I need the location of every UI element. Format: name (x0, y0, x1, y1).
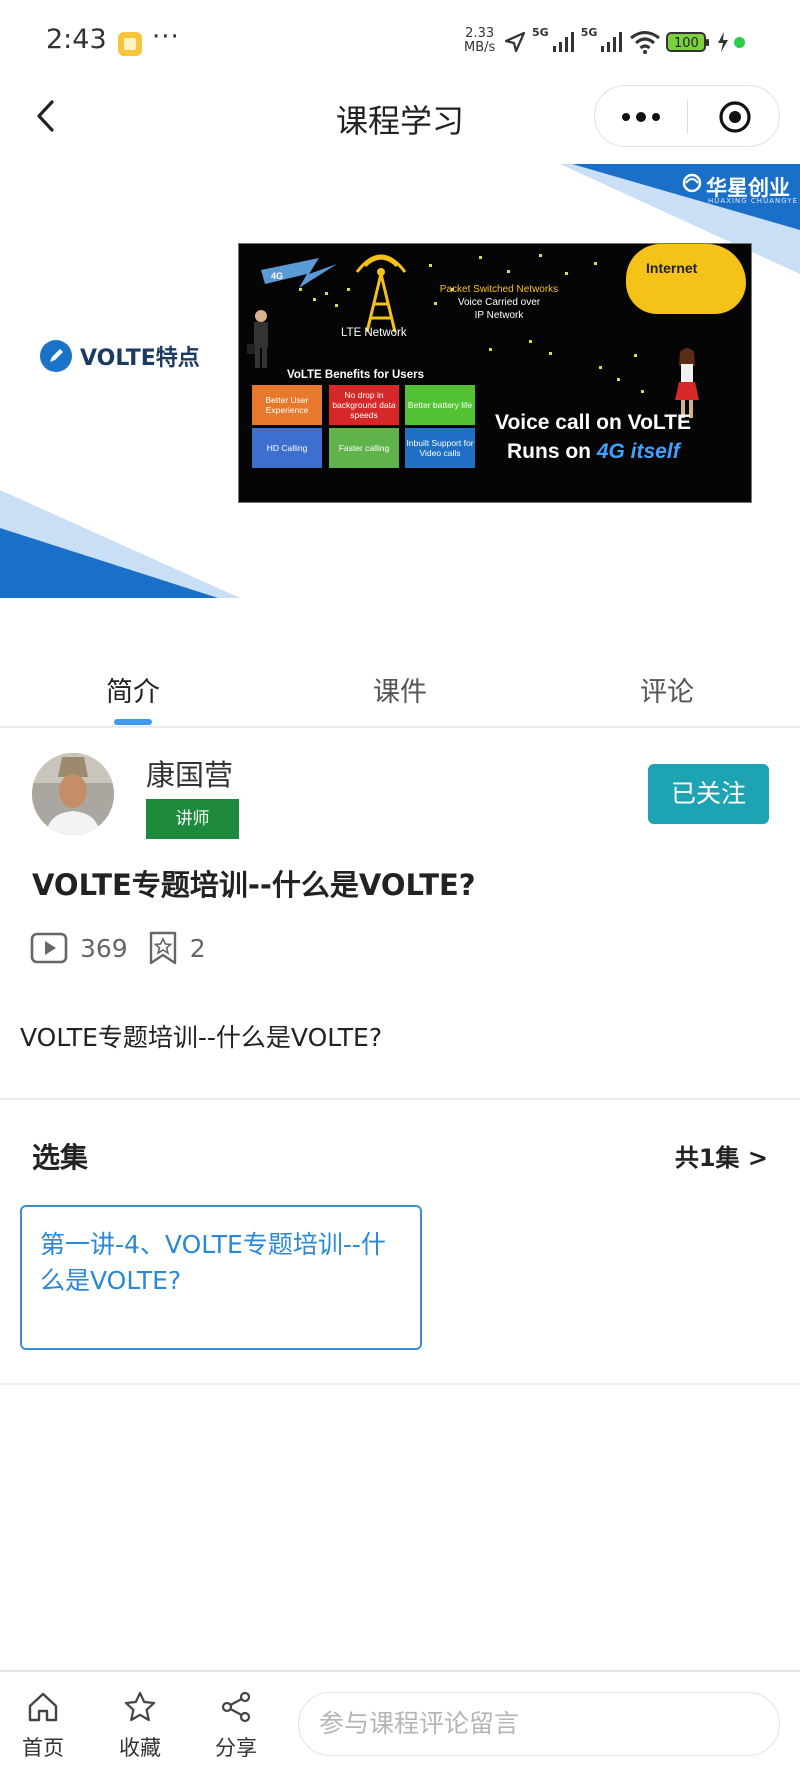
slide-headline-2-prefix: Runs on (507, 440, 597, 463)
benefit-box: Better battery life (405, 385, 475, 425)
network-speed-unit: MB/s (464, 40, 496, 55)
wifi-icon (630, 31, 661, 54)
packet-label-2: Voice Carried over (457, 297, 541, 308)
divider (0, 1098, 800, 1100)
lte-network-label: LTE Network (341, 327, 407, 339)
signal-bars-icon (601, 32, 623, 52)
packet-label-3: IP Network (474, 310, 524, 321)
home-icon (28, 1692, 58, 1722)
tag-4g: 4G (271, 271, 284, 281)
mini-program-capsule (594, 85, 780, 147)
network-speed: 2.33 MB/s (464, 27, 495, 55)
tab-courseware[interactable]: 课件 (300, 670, 500, 709)
banner-topic-label: VOLTE特点 (40, 340, 200, 372)
course-stats: 369 2 (30, 930, 206, 966)
tab-bar: 简介 课件 评论 (0, 640, 800, 728)
capsule-divider (687, 100, 688, 134)
more-options-icon[interactable] (621, 100, 661, 134)
charging-icon (718, 32, 729, 52)
tab-intro[interactable]: 简介 (33, 670, 233, 709)
packet-label-1: Packet Switched Networks (439, 284, 559, 295)
play-icon (30, 932, 68, 964)
benefit-box: HD Calling (252, 428, 322, 468)
privacy-dot-icon (734, 36, 746, 48)
episode-card[interactable]: 第一讲-4、VOLTE专题培训--什么是VOLTE? (20, 1205, 422, 1350)
share-icon (221, 1691, 251, 1723)
star-icon (124, 1691, 156, 1722)
follow-button[interactable]: 已关注 (648, 764, 769, 824)
home-label: 首页 (22, 1736, 64, 1760)
bottom-action-bar: 首页 收藏 分享 参与课程评论留言 (0, 1670, 800, 1780)
episodes-title: 选集 (32, 1141, 89, 1174)
slide-image: Internet 4G LTE Network Packet Switched … (238, 243, 752, 503)
signal-bars-icon (552, 32, 574, 52)
favorite-count: 2 (189, 933, 206, 963)
network-speed-value: 2.33 (465, 26, 495, 41)
internet-cloud (626, 244, 746, 314)
share-button[interactable]: 分享 (206, 1690, 266, 1762)
teacher-avatar[interactable] (32, 753, 114, 835)
bookmark-star-icon (149, 931, 176, 965)
benefit-box: No drop in background data speeds (329, 385, 399, 425)
brand-logo-icon (682, 173, 702, 193)
favorite-label: 收藏 (119, 1736, 161, 1760)
location-arrow-icon (504, 31, 526, 53)
slide-headline-2: Runs on 4G itself (507, 440, 680, 464)
pen-icon (40, 340, 72, 372)
home-button[interactable]: 首页 (13, 1690, 73, 1762)
tab-comments[interactable]: 评论 (567, 670, 767, 709)
active-tab-indicator (114, 719, 152, 725)
favorite-button[interactable]: 收藏 (110, 1690, 170, 1762)
view-count: 369 (80, 933, 128, 963)
sim2-network-type: 5G (580, 26, 598, 39)
divider (0, 1383, 800, 1385)
slide-headline-1: Voice call on VoLTE (495, 411, 692, 434)
benefit-box: Inbuilt Support for Video calls (405, 428, 475, 468)
course-banner[interactable]: 华星创业 HUAXING CHUANGYE VOLTE特点 Internet 4… (0, 164, 800, 598)
teacher-role-badge: 讲师 (146, 799, 239, 839)
woman-figure (675, 348, 699, 418)
sim1-network-type: 5G (532, 26, 549, 39)
course-description: VOLTE专题培训--什么是VOLTE? (20, 1023, 383, 1052)
status-time: 2:43 (46, 24, 107, 55)
notes-app-icon (118, 32, 142, 56)
comment-input[interactable]: 参与课程评论留言 (298, 1692, 780, 1756)
share-label: 分享 (215, 1736, 257, 1760)
episodes-count-link[interactable]: 共1集 > (675, 1138, 768, 1173)
benefit-box: Faster calling (329, 428, 399, 468)
banner-topic-text: VOLTE特点 (80, 346, 200, 371)
internet-label: Internet (646, 260, 698, 276)
slide-headline-2-emph: 4G itself (596, 440, 680, 463)
status-more-icon: ··· (152, 22, 180, 52)
benefits-title: VoLTE Benefits for Users (287, 369, 424, 381)
benefit-box: Better User Experience (252, 385, 322, 425)
teacher-name[interactable]: 康国营 (146, 752, 233, 794)
status-bar: 2:43 ··· 2.33 MB/s 5G 5G 100 (0, 0, 800, 80)
man-figure (247, 310, 268, 368)
course-title: VOLTE专题培训--什么是VOLTE? (32, 868, 476, 902)
battery-indicator: 100 (666, 32, 710, 52)
status-icons: 5G 5G 100 (503, 26, 746, 58)
brand-subtitle: HUAXING CHUANGYE (708, 197, 798, 205)
close-mini-program-icon[interactable] (718, 100, 752, 134)
